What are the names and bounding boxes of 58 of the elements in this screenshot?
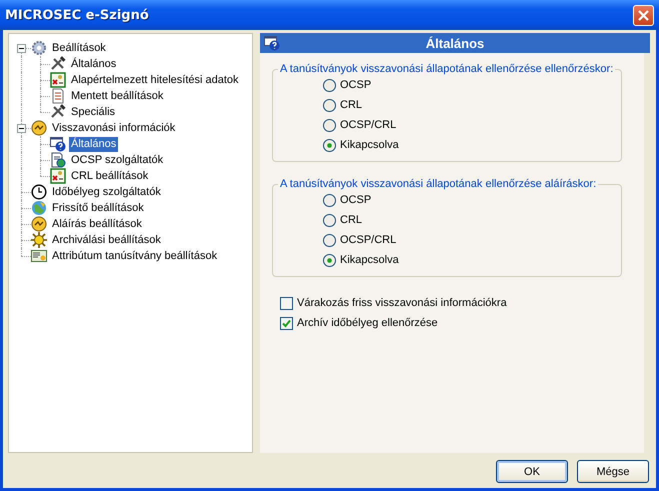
radio-label[interactable]: OCSP/CRL	[340, 119, 396, 131]
radio-label[interactable]: Kikapcsolva	[340, 139, 399, 151]
tree-item[interactable]: Alapértelmezett hitelesítési adatok	[69, 72, 241, 88]
panel-title: Általános	[424, 36, 486, 50]
card-icon	[31, 248, 47, 264]
dialog-button[interactable]: Mégse	[577, 460, 649, 483]
help-icon	[264, 35, 280, 51]
cert-icon	[50, 72, 66, 88]
checkbox[interactable]	[280, 316, 293, 330]
tree-item[interactable]: Speciális	[69, 104, 118, 120]
tree-item[interactable]: Archiválási beállítások	[50, 232, 163, 248]
radio-button[interactable]	[323, 78, 336, 92]
radio-button[interactable]	[323, 118, 336, 132]
checkbox[interactable]	[280, 296, 293, 310]
seal-icon	[31, 120, 47, 136]
close-button[interactable]	[633, 4, 654, 26]
checkbox-label[interactable]: Archív időbélyeg ellenőrzése	[297, 317, 438, 329]
radio-button[interactable]	[323, 234, 336, 246]
radio-button[interactable]	[323, 138, 336, 152]
tools-icon	[50, 56, 66, 72]
radio-button[interactable]	[323, 214, 336, 226]
sun-icon	[31, 232, 47, 248]
tree-item[interactable]: Időbélyeg szolgáltatók	[50, 184, 163, 200]
radio-label[interactable]: OCSP	[340, 194, 372, 206]
radio-button[interactable]	[323, 254, 336, 266]
radio-label[interactable]: Kikapcsolva	[340, 254, 399, 266]
checkbox-label[interactable]: Várakozás friss visszavonási információkra	[297, 297, 507, 309]
radio-label[interactable]: OCSP/CRL	[340, 234, 396, 246]
seal-icon	[31, 216, 47, 232]
document-icon	[50, 88, 66, 104]
group-title: A tanúsítványok visszavonási állapotának ellenőrzése ellenőrzéskor:	[279, 63, 614, 75]
radio-label[interactable]: CRL	[340, 99, 362, 111]
clock-icon	[31, 184, 47, 200]
radio-label[interactable]: OCSP	[340, 79, 372, 91]
dialog-button[interactable]: OK	[496, 460, 568, 483]
tree-item[interactable]: Beállítások	[50, 40, 108, 56]
tree-item[interactable]: Frissítő beállítások	[50, 200, 146, 216]
group-title: A tanúsítványok visszavonási állapotának ellenőrzése aláíráskor:	[279, 178, 598, 190]
tree-item[interactable]: OCSP szolgáltatók	[69, 152, 166, 168]
radio-button[interactable]	[323, 194, 336, 206]
collapse-toggle[interactable]	[17, 44, 26, 53]
tree-item[interactable]: CRL beállítások	[69, 168, 150, 184]
tree-item[interactable]: Attribútum tanúsítvány beállítások	[50, 248, 220, 264]
tree-item[interactable]: Mentett beállítások	[69, 88, 166, 104]
globe-icon	[31, 200, 47, 216]
tools-icon	[50, 104, 66, 120]
cert-icon	[50, 168, 66, 184]
tree-item[interactable]: Általános	[69, 136, 118, 152]
help-icon	[50, 136, 66, 152]
window-title: MICROSEC e-Szignó	[5, 8, 149, 22]
radio-label[interactable]: CRL	[340, 214, 362, 226]
tree-item[interactable]: Visszavonási információk	[50, 120, 178, 136]
close-icon	[638, 10, 649, 20]
radio-button[interactable]	[323, 98, 336, 112]
collapse-toggle[interactable]	[17, 124, 26, 133]
tree-item[interactable]: Aláírás beállítások	[50, 216, 144, 232]
tree-item[interactable]: Általános	[69, 56, 118, 72]
gear-icon	[31, 40, 47, 56]
